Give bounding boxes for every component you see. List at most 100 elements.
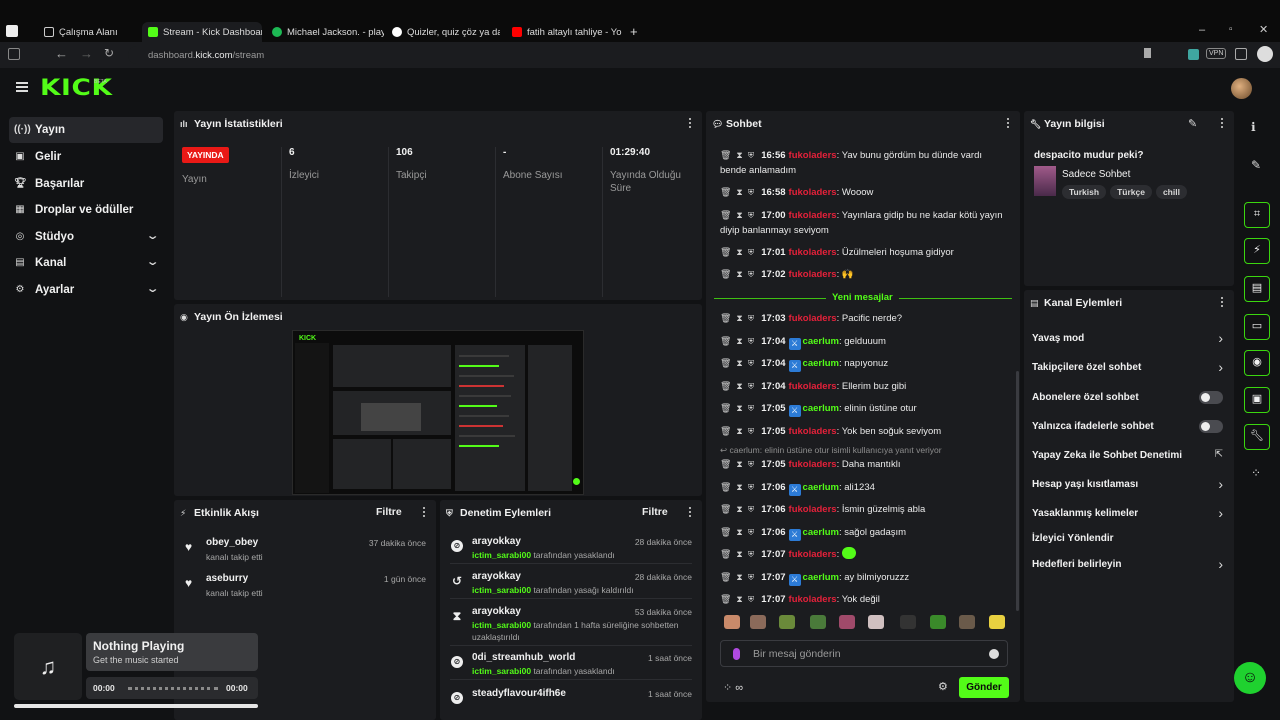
sidebar-item-droplar[interactable]: ▦ Droplar ve ödüller bbox=[9, 197, 163, 223]
chat-message[interactable]: 🗑︎⧗⛨ 17:02 fukoladers: 🙌 bbox=[720, 267, 1010, 282]
chat-message[interactable]: 🗑︎⧗⛨ 17:04 fukoladers: Ellerim buz gibi bbox=[720, 379, 1010, 394]
tab-kick-dashboard[interactable]: Stream - Kick Dashboard bbox=[142, 22, 262, 42]
back-icon[interactable]: ← bbox=[55, 46, 68, 61]
stream-preview-video[interactable]: KICK bbox=[292, 330, 584, 495]
menu-icon[interactable] bbox=[16, 82, 28, 92]
mod-tools-icon[interactable]: 🗑︎⧗⛨ bbox=[720, 313, 759, 323]
chat-message[interactable]: 🗑︎⧗⛨ 16:56 fukoladers: Yav bunu gördüm bu … bbox=[720, 148, 1010, 178]
sidebar-item-gelir[interactable]: ▣ Gelir bbox=[9, 144, 163, 170]
chat-message[interactable]: 🗑︎⧗⛨ 17:01 fukoladers: Üzülmeleri hoşuma g… bbox=[720, 245, 1010, 260]
kick-points-icon[interactable]: ⁘ bbox=[1251, 466, 1261, 480]
chat-message[interactable]: 🗑︎⧗⛨ 17:05 ⚔ caerlum: elinin üstüne otur bbox=[720, 401, 1010, 417]
sidebar-item-basarilar[interactable]: 🏆︎ Başarılar bbox=[9, 171, 163, 197]
chat-message[interactable]: 🗑︎⧗⛨ 17:05 fukoladers: Yok ben soğuk seviy… bbox=[720, 424, 1010, 439]
banned-words-row[interactable]: Yasaklanmış kelimeler › bbox=[1032, 502, 1226, 524]
mod-tools-icon[interactable]: 🗑︎⧗⛨ bbox=[720, 459, 759, 469]
tab-quiz[interactable]: Quizler, quiz çöz ya da quiz bbox=[386, 22, 500, 42]
music-progress[interactable]: 00:00 00:00 bbox=[86, 677, 258, 699]
profile-icon[interactable] bbox=[1257, 46, 1273, 62]
mod-tools-icon[interactable]: 🗑︎⧗⛨ bbox=[720, 150, 759, 160]
mod-tools-icon[interactable]: 🗑︎⧗⛨ bbox=[720, 594, 759, 604]
minimize-button[interactable]: – bbox=[1199, 24, 1205, 36]
chat-scrollbar[interactable] bbox=[1016, 371, 1019, 611]
more-menu-icon[interactable] bbox=[689, 507, 692, 518]
chat-input[interactable]: Bir mesaj gönderin bbox=[720, 640, 1008, 667]
category-name[interactable]: Sadece Sohbet bbox=[1062, 169, 1130, 180]
subscribers-only-toggle[interactable] bbox=[1199, 391, 1223, 404]
chat-message[interactable]: 🗑︎⧗⛨ 17:04 ⚔ caerlum: gelduuum bbox=[720, 334, 1010, 350]
more-menu-icon[interactable] bbox=[1221, 297, 1224, 308]
mod-tools-icon[interactable]: 🗑︎⧗⛨ bbox=[720, 549, 759, 559]
sidebar-item-kanal[interactable]: ▤ Kanal ⌄ bbox=[9, 250, 163, 276]
emotes-only-toggle[interactable] bbox=[1199, 420, 1223, 433]
notes-button[interactable]: ▤ bbox=[1244, 276, 1270, 302]
wallet-icon[interactable] bbox=[1235, 48, 1247, 60]
emote-9[interactable] bbox=[959, 615, 975, 629]
browser-menu-icon[interactable] bbox=[6, 25, 18, 37]
ai-moderation-row[interactable]: Yapay Zeka ile Sohbet Denetimi ⇱ bbox=[1032, 444, 1226, 466]
more-menu-icon[interactable] bbox=[1221, 118, 1224, 129]
more-menu-icon[interactable] bbox=[689, 118, 692, 129]
send-button[interactable]: Gönder bbox=[959, 677, 1009, 698]
emote-8[interactable] bbox=[930, 615, 946, 629]
chat-message[interactable]: 🗑︎⧗⛨ 17:06 ⚔ caerlum: sağol gadaşım bbox=[720, 525, 1010, 541]
slow-mode-row[interactable]: Yavaş mod › bbox=[1032, 327, 1226, 349]
sidebar-item-studyo[interactable]: ◎ Stüdyo ⌄ bbox=[9, 224, 163, 250]
info-icon[interactable]: ℹ bbox=[1251, 120, 1256, 134]
chat-message[interactable]: 🗑︎⧗⛨ 17:07 fukoladers: bbox=[720, 547, 1010, 562]
close-window-button[interactable]: ✕ bbox=[1259, 23, 1268, 36]
mod-tools-icon[interactable]: 🗑︎⧗⛨ bbox=[720, 187, 759, 197]
mod-tools-icon[interactable]: 🗑︎⧗⛨ bbox=[720, 336, 759, 346]
tab-workspace[interactable]: Çalışma Alanı bbox=[38, 22, 133, 42]
microphone-icon[interactable] bbox=[733, 648, 740, 660]
chat-message[interactable]: 🗑︎⧗⛨ 17:05 fukoladers: Daha mantıklı bbox=[720, 457, 1010, 472]
layout-button[interactable]: ▣ bbox=[1244, 387, 1270, 413]
mod-tools-icon[interactable]: 🗑︎⧗⛨ bbox=[720, 381, 759, 391]
url-field[interactable]: dashboard. kick.com/stream bbox=[128, 46, 1160, 64]
sidebar-item-ayarlar[interactable]: ⚙ Ayarlar ⌄ bbox=[9, 277, 163, 303]
mod-tools-icon[interactable]: 🗑︎⧗⛨ bbox=[720, 210, 759, 220]
followers-only-row[interactable]: Takipçilere özel sohbet › bbox=[1032, 356, 1226, 378]
emote-3[interactable] bbox=[779, 615, 795, 629]
more-menu-icon[interactable] bbox=[1007, 118, 1010, 129]
music-scrollbar[interactable] bbox=[14, 704, 258, 708]
support-button[interactable]: ☺ bbox=[1234, 662, 1266, 694]
emote-7[interactable] bbox=[900, 615, 916, 629]
reload-icon[interactable]: ↻ bbox=[104, 46, 114, 60]
chat-message[interactable]: 🗑︎⧗⛨ 17:06 fukoladers: İsmin güzelmiş abla bbox=[720, 502, 1010, 517]
chevron-down-icon[interactable]: ⌄ bbox=[145, 229, 159, 242]
chevron-down-icon[interactable]: ⌄ bbox=[145, 282, 159, 295]
emote-4[interactable] bbox=[810, 615, 826, 629]
chat-settings-icon[interactable]: ⚙ bbox=[938, 680, 948, 693]
bookmark-icon[interactable] bbox=[1144, 48, 1151, 58]
broadcast-button[interactable]: ◉ bbox=[1244, 350, 1270, 376]
tools-button[interactable]: 🔧︎ bbox=[1244, 424, 1270, 450]
moderation-filter-button[interactable]: Filtre bbox=[642, 506, 668, 518]
account-age-row[interactable]: Hesap yaşı kısıtlaması › bbox=[1032, 473, 1226, 495]
chat-message[interactable]: 🗑︎⧗⛨ 16:58 fukoladers: Wooow bbox=[720, 185, 1010, 200]
activity-filter-button[interactable]: Filtre bbox=[376, 506, 402, 518]
set-goals-row[interactable]: Hedefleri belirleyin › bbox=[1032, 553, 1226, 575]
tag[interactable]: Turkish bbox=[1062, 185, 1107, 199]
emote-10[interactable] bbox=[989, 615, 1005, 629]
chevron-down-icon[interactable]: ⌄ bbox=[145, 255, 159, 268]
music-info[interactable]: Nothing Playing Get the music started bbox=[86, 633, 258, 671]
tag[interactable]: chill bbox=[1155, 185, 1187, 199]
chat-button[interactable]: ▭ bbox=[1244, 314, 1270, 340]
chat-message[interactable]: 🗑︎⧗⛨ 17:07 fukoladers: Yok değil bbox=[720, 592, 1010, 607]
emote-1[interactable] bbox=[724, 615, 740, 629]
forward-icon[interactable]: → bbox=[80, 46, 93, 61]
chat-message[interactable]: 🗑︎⧗⛨ 17:04 ⚔ caerlum: napıyonuz bbox=[720, 356, 1010, 372]
host-viewers-row[interactable]: İzleyici Yönlendir bbox=[1032, 527, 1226, 549]
mod-tools-icon[interactable]: 🗑︎⧗⛨ bbox=[720, 504, 759, 514]
mod-tools-icon[interactable]: 🗑︎⧗⛨ bbox=[720, 269, 759, 279]
mod-tools-icon[interactable]: 🗑︎⧗⛨ bbox=[720, 527, 759, 537]
tab-youtube[interactable]: fatih altaylı tahliye - YouTub bbox=[506, 22, 622, 42]
sidebar-toggle-icon[interactable] bbox=[8, 48, 20, 60]
music-progress-track[interactable] bbox=[128, 687, 218, 690]
pencil-icon[interactable]: ✎ bbox=[1251, 158, 1261, 172]
mod-tools-icon[interactable]: 🗑︎⧗⛨ bbox=[720, 358, 759, 368]
tag[interactable]: Türkçe bbox=[1110, 185, 1152, 199]
user-avatar[interactable] bbox=[1231, 78, 1252, 99]
emoji-icon[interactable] bbox=[989, 649, 999, 659]
